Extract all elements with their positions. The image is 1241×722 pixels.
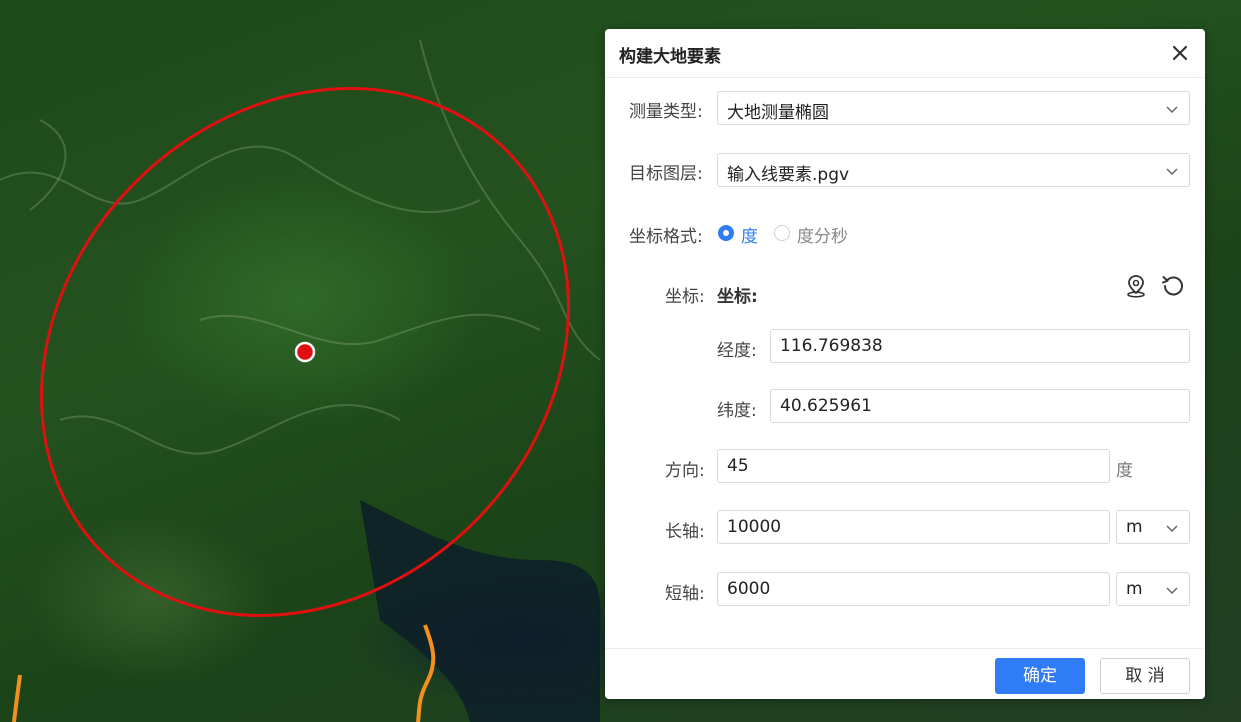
- measure-type-value: 大地测量椭圆: [727, 103, 829, 123]
- cancel-button[interactable]: 取 消: [1100, 658, 1190, 694]
- minor-axis-unit-value: m: [1126, 579, 1143, 599]
- major-axis-unit-select[interactable]: m: [1116, 510, 1190, 544]
- map-pin-icon[interactable]: [1123, 273, 1149, 299]
- chevron-down-icon: [1166, 587, 1178, 595]
- major-axis-value: 10000: [727, 517, 782, 537]
- chevron-down-icon: [1166, 106, 1178, 114]
- longitude-label: 经度:: [717, 341, 757, 361]
- coord-sub-label: 坐标:: [717, 287, 758, 307]
- reset-icon[interactable]: [1160, 273, 1186, 299]
- target-layer-label: 目标图层:: [629, 164, 703, 184]
- direction-input[interactable]: 45: [717, 449, 1110, 483]
- build-geodesic-feature-dialog: 构建大地要素 测量类型: 大地测量椭圆 目标图层: 输入线要素.pgv 坐标格式…: [605, 29, 1205, 699]
- radio-dms-label[interactable]: 度分秒: [797, 222, 848, 247]
- direction-value: 45: [727, 456, 749, 476]
- dialog-title: 构建大地要素: [619, 47, 721, 67]
- latitude-label: 纬度:: [717, 401, 757, 421]
- latitude-value: 40.625961: [780, 396, 872, 416]
- route-line-left: [12, 674, 22, 722]
- direction-unit: 度: [1116, 461, 1133, 481]
- coord-format-label: 坐标格式:: [629, 227, 703, 247]
- minor-axis-input[interactable]: 6000: [717, 572, 1110, 606]
- chevron-down-icon: [1166, 168, 1178, 176]
- minor-axis-value: 6000: [727, 579, 771, 599]
- longitude-input[interactable]: 116.769838: [770, 329, 1190, 363]
- major-axis-unit-value: m: [1126, 517, 1143, 537]
- dialog-footer: 确定 取 消: [605, 648, 1205, 700]
- measure-type-label: 测量类型:: [629, 102, 703, 122]
- minor-axis-unit-select[interactable]: m: [1116, 572, 1190, 606]
- center-point-marker[interactable]: [294, 341, 316, 363]
- target-layer-select[interactable]: 输入线要素.pgv: [717, 153, 1190, 187]
- ok-button[interactable]: 确定: [995, 658, 1085, 694]
- measure-type-select[interactable]: 大地测量椭圆: [717, 91, 1190, 125]
- longitude-value: 116.769838: [780, 336, 883, 356]
- radio-degree-label[interactable]: 度: [741, 222, 758, 247]
- direction-label: 方向:: [665, 461, 705, 481]
- major-axis-label: 长轴:: [665, 522, 705, 542]
- dialog-header: 构建大地要素: [605, 29, 1205, 78]
- chevron-down-icon: [1166, 525, 1178, 533]
- radio-degree[interactable]: [718, 225, 734, 241]
- close-icon[interactable]: [1169, 42, 1191, 64]
- radio-dms[interactable]: [774, 225, 790, 241]
- major-axis-input[interactable]: 10000: [717, 510, 1110, 544]
- minor-axis-label: 短轴:: [665, 584, 705, 604]
- latitude-input[interactable]: 40.625961: [770, 389, 1190, 423]
- coord-label: 坐标:: [665, 287, 705, 307]
- target-layer-value: 输入线要素.pgv: [727, 165, 850, 185]
